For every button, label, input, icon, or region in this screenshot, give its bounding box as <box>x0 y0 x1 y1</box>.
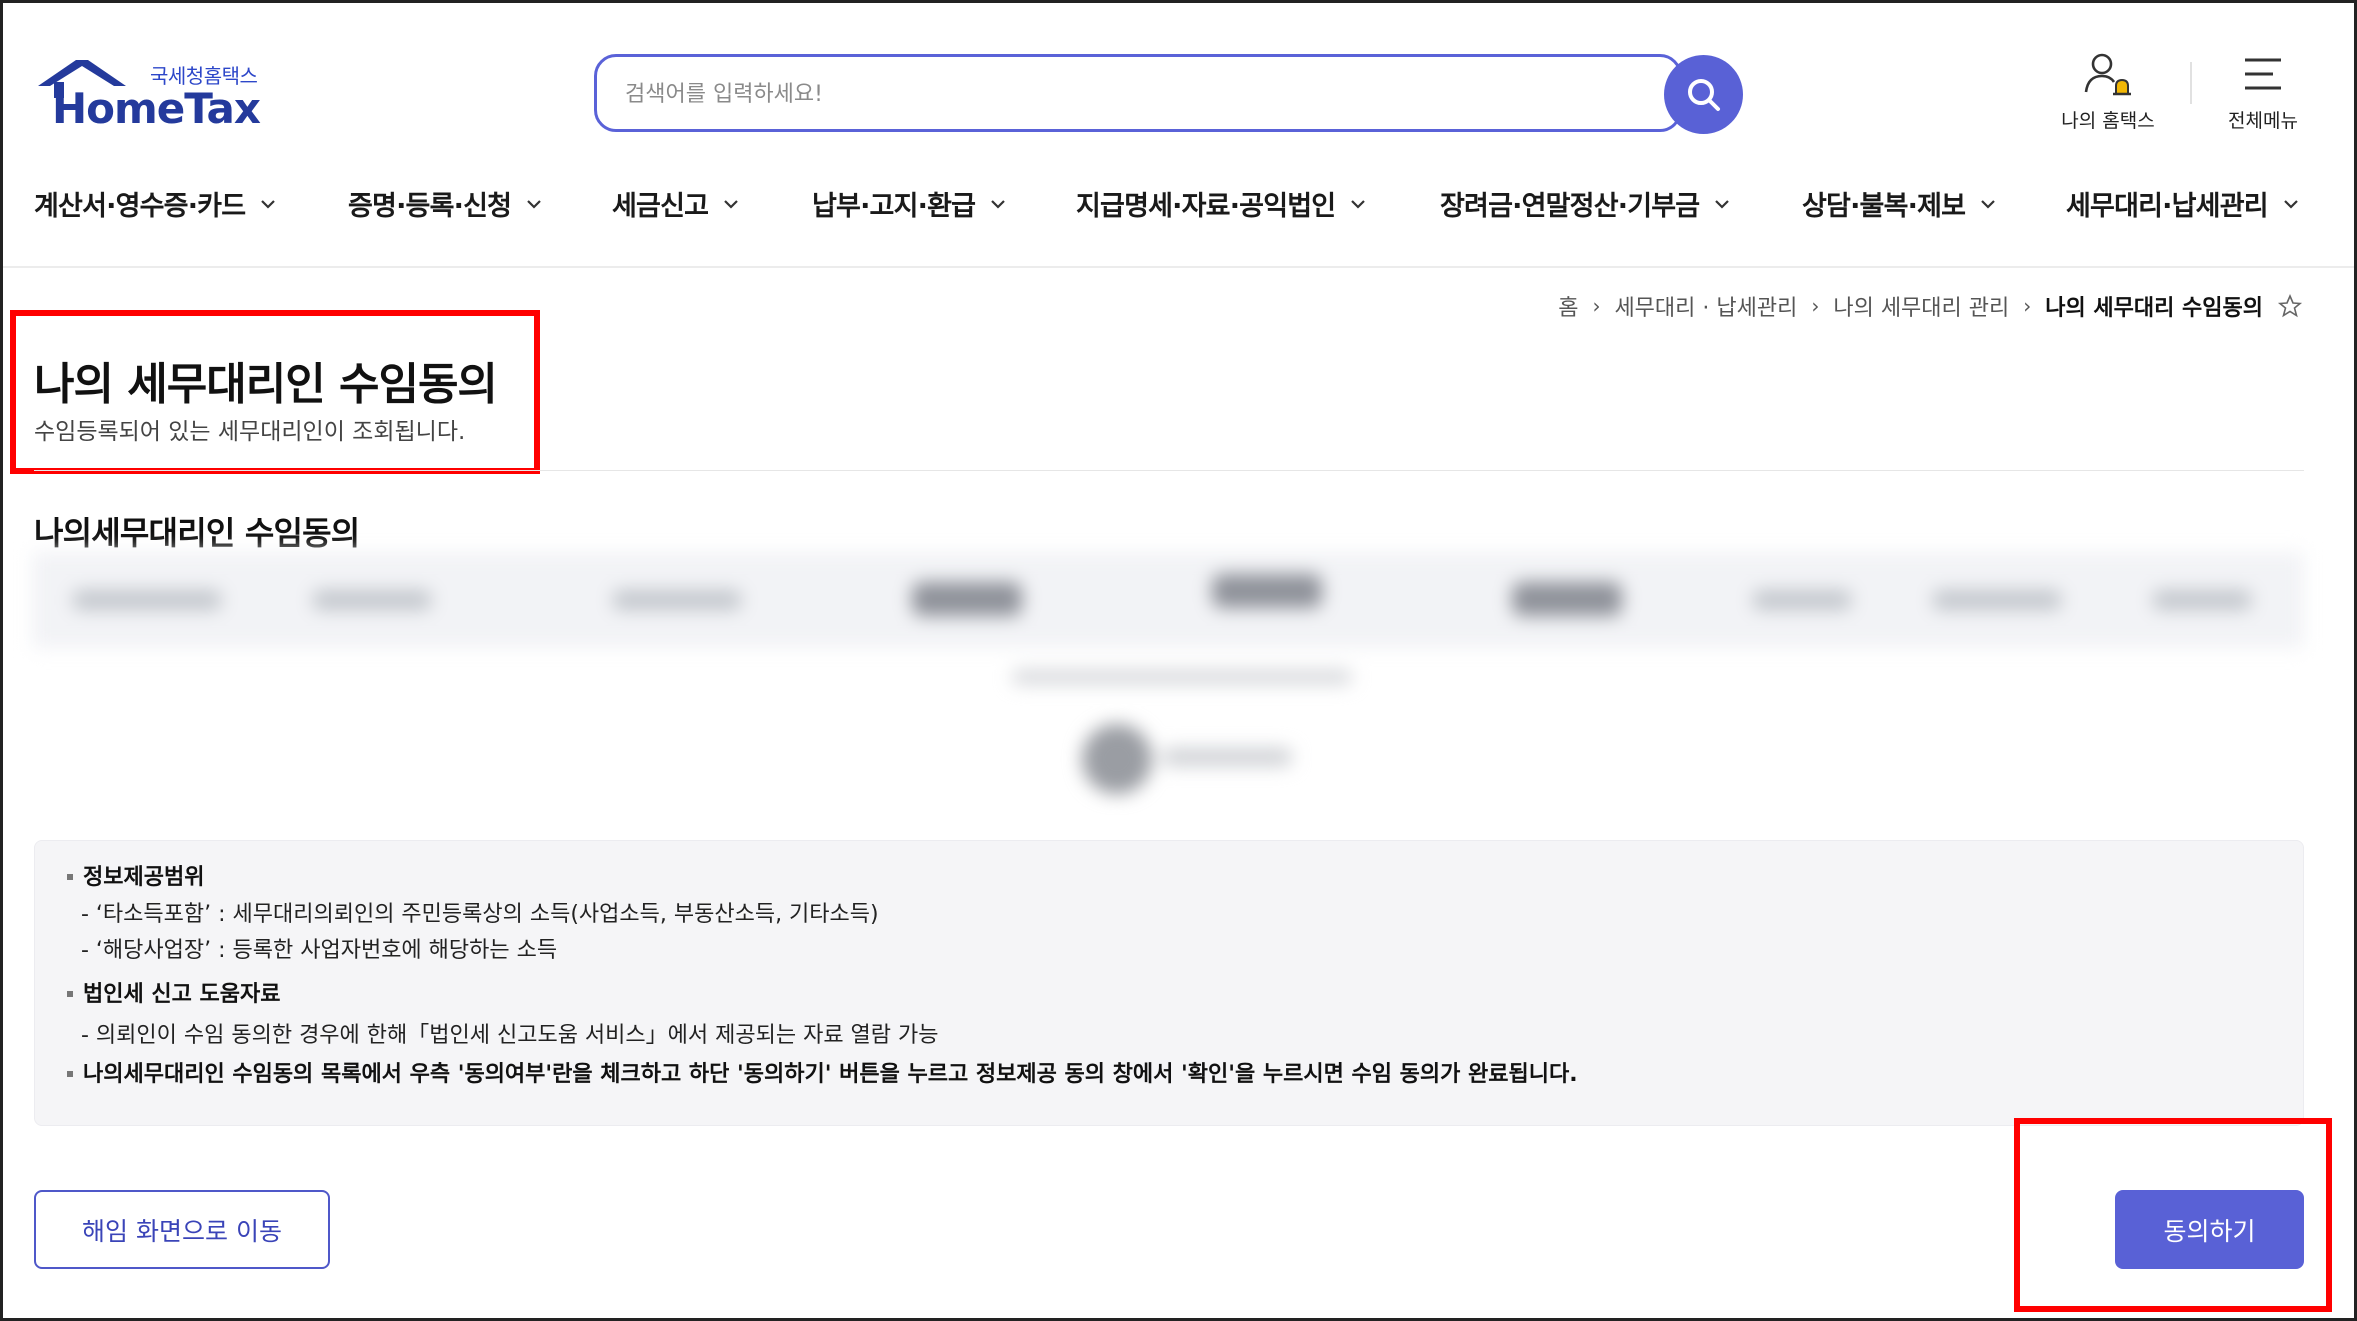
info-corp-title: 법인세 신고 도움자료 <box>83 982 281 1007</box>
chevron-down-icon <box>1715 199 1730 209</box>
gnb-item-payment[interactable]: 납부·고지·환급 <box>812 184 1007 223</box>
breadcrumb-my-tax-agent[interactable]: 나의 세무대리 관리 <box>1833 290 2009 322</box>
breadcrumb-current: 나의 세무대리 수임동의 <box>2045 296 2263 321</box>
gnb-item-label: 세무대리·납세관리 <box>2066 191 2269 222</box>
gnb-item-certificate[interactable]: 증명·등록·신청 <box>348 184 543 223</box>
hometax-logo[interactable]: 국세청홈택스 HomeTax <box>32 56 282 136</box>
gnb-item-tax-filing[interactable]: 세금신고 <box>612 184 740 223</box>
blurred-cell <box>1212 574 1322 608</box>
gnb-item-label: 세금신고 <box>612 191 709 222</box>
info-notice: 나의세무대리인 수임동의 목록에서 우측 '동의여부'란을 체크하고 하단 '동… <box>83 1062 1578 1087</box>
search-button[interactable] <box>1664 55 1743 134</box>
logo-title: HomeTax <box>52 84 261 133</box>
blurred-cell <box>2152 590 2252 610</box>
breadcrumb-home[interactable]: 홈 <box>1558 290 1578 322</box>
gnb-item-label: 증명·등록·신청 <box>348 191 512 222</box>
gnb-item-consultation[interactable]: 상담·불복·제보 <box>1802 184 1997 223</box>
chevron-right-icon: › <box>1592 294 1601 318</box>
info-scope-line-2: - ‘해당사업장’ : 등록한 사업자번호에 해당하는 소득 <box>81 938 558 963</box>
gnb-item-invoice[interactable]: 계산서·영수증·카드 <box>34 184 277 223</box>
gnb-item-label: 장려금·연말정산·기부금 <box>1440 191 1700 222</box>
gnb-divider <box>3 266 2354 268</box>
highlight-box-title <box>10 310 540 474</box>
search-icon <box>1687 78 1720 111</box>
blurred-cell <box>1752 590 1852 610</box>
global-navigation: 계산서·영수증·카드 증명·등록·신청 세금신고 납부·고지·환급 지급명세·자… <box>0 178 2357 230</box>
info-corp-line-1: - 의뢰인이 수임 동의한 경우에 한해「법인세 신고도움 서비스」에서 제공되… <box>81 1023 939 1048</box>
blurred-cell <box>312 590 432 610</box>
chevron-right-icon: › <box>1811 294 1820 318</box>
gnb-item-payment-statement[interactable]: 지급명세·자료·공익법인 <box>1076 184 1367 223</box>
info-scope-title: 정보제공범위 <box>83 865 205 890</box>
breadcrumb-tax-agent[interactable]: 세무대리 · 납세관리 <box>1614 290 1797 322</box>
gnb-item-incentive[interactable]: 장려금·연말정산·기부금 <box>1440 184 1731 223</box>
chevron-down-icon <box>991 199 1005 209</box>
favorite-star-icon[interactable] <box>2277 293 2303 319</box>
all-menu-button[interactable]: 전체메뉴 <box>2203 50 2323 140</box>
bullet-icon <box>67 991 73 997</box>
blurred-text <box>1162 748 1292 766</box>
chevron-down-icon <box>2284 199 2298 209</box>
blurred-empty-row <box>1012 670 1352 684</box>
blurred-icon <box>1082 724 1152 794</box>
gnb-item-label: 납부·고지·환급 <box>812 191 976 222</box>
chevron-down-icon <box>724 199 738 209</box>
highlight-box-agree <box>2014 1118 2332 1312</box>
search-box <box>594 54 1682 132</box>
search-input[interactable] <box>625 77 1525 111</box>
chevron-right-icon: › <box>2023 294 2032 318</box>
chevron-down-icon <box>1981 199 1995 209</box>
blurred-agent-table <box>32 552 2304 832</box>
my-hometax-label: 나의 홈택스 <box>2061 110 2155 132</box>
chevron-down-icon <box>527 199 541 209</box>
chevron-down-icon <box>1351 199 1366 209</box>
chevron-down-icon <box>261 199 276 209</box>
blurred-cell <box>612 590 742 610</box>
move-to-dismissal-button[interactable]: 해임 화면으로 이동 <box>34 1190 330 1269</box>
section-title: 나의세무대리인 수임동의 <box>34 514 360 552</box>
gnb-item-label: 상담·불복·제보 <box>1802 191 1966 222</box>
gnb-item-tax-agent[interactable]: 세무대리·납세관리 <box>2066 184 2300 223</box>
blurred-cell <box>1932 590 2062 610</box>
user-bell-icon <box>2084 53 2131 96</box>
gnb-item-label: 계산서·영수증·카드 <box>34 191 246 222</box>
header-divider <box>2190 62 2192 104</box>
hamburger-menu-icon <box>2245 58 2281 90</box>
bullet-icon <box>67 874 73 880</box>
blurred-cell <box>1512 582 1622 616</box>
my-hometax-button[interactable]: 나의 홈택스 <box>2048 50 2168 140</box>
breadcrumb: 홈 › 세무대리 · 납세관리 › 나의 세무대리 관리 › 나의 세무대리 수… <box>1558 290 2303 322</box>
info-box: 정보제공범위 - ‘타소득포함’ : 세무대리의뢰인의 주민등록상의 소득(사업… <box>34 840 2304 1126</box>
blurred-cell <box>72 590 222 610</box>
blurred-cell <box>912 582 1022 616</box>
gnb-item-label: 지급명세·자료·공익법인 <box>1076 191 1336 222</box>
all-menu-label: 전체메뉴 <box>2228 110 2298 132</box>
bullet-icon <box>67 1071 73 1077</box>
info-scope-line-1: - ‘타소득포함’ : 세무대리의뢰인의 주민등록상의 소득(사업소득, 부동산… <box>81 902 879 927</box>
title-divider <box>34 470 2304 471</box>
